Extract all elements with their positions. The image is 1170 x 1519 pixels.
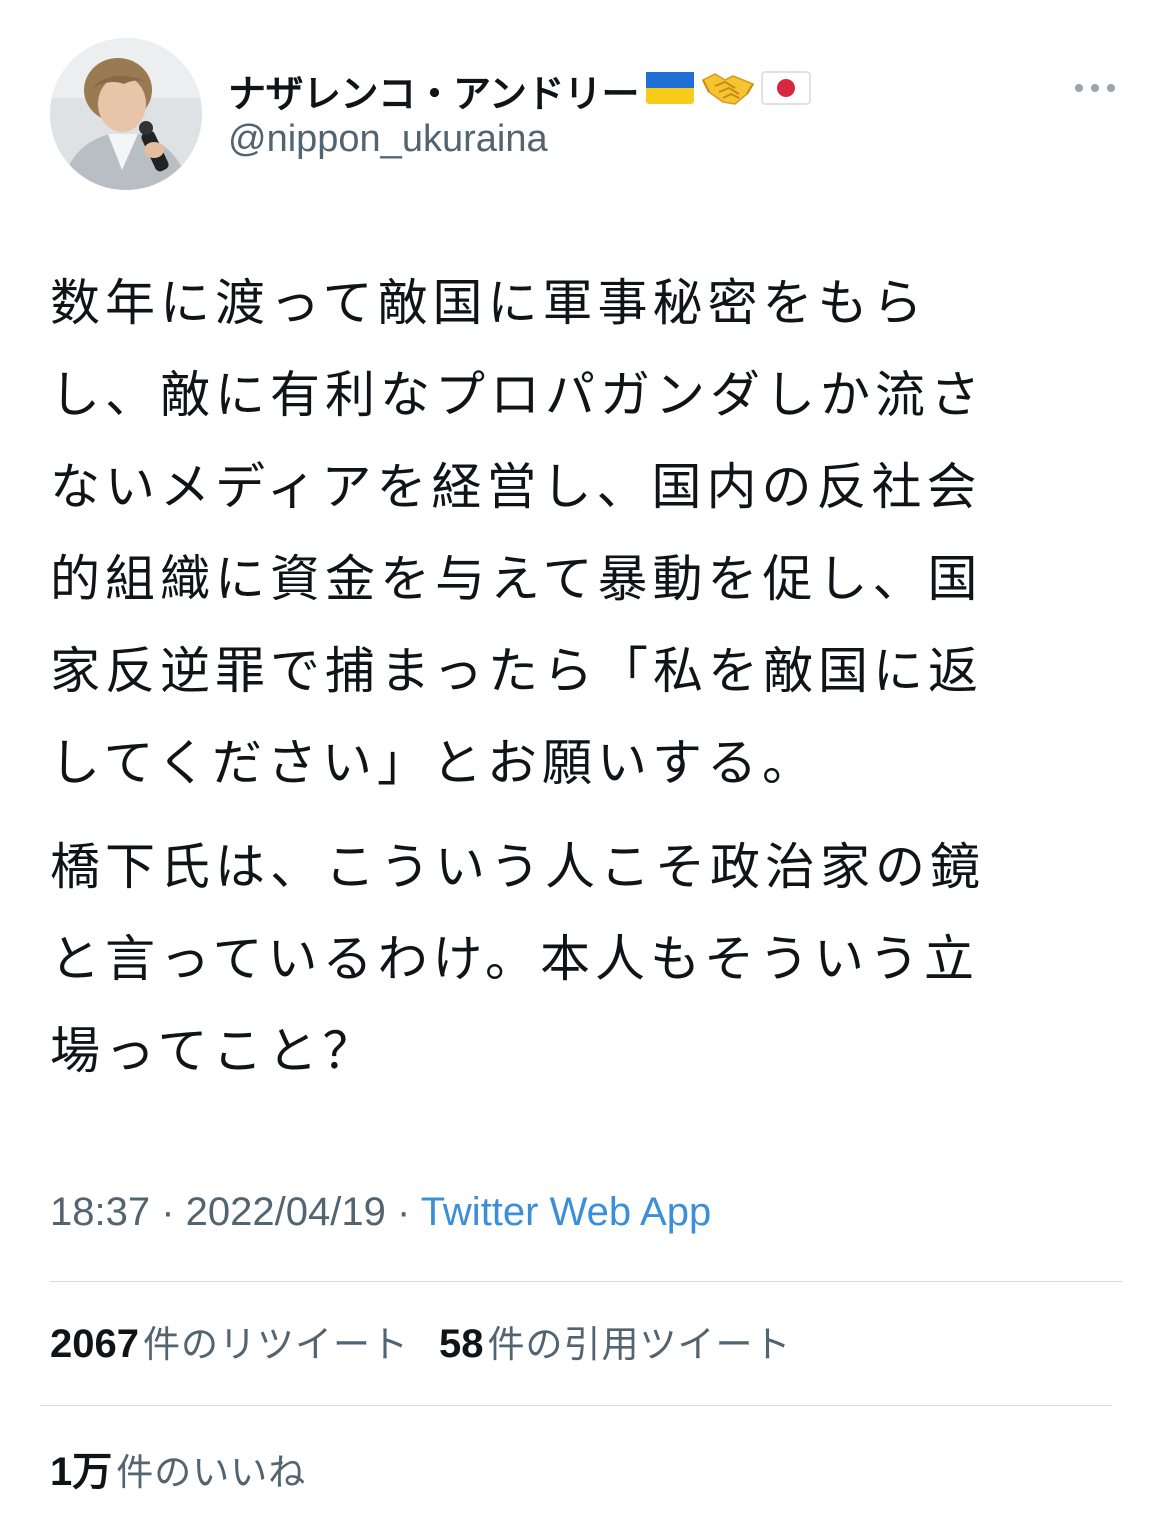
- tweet-detail: ナザレンコ・アンドリー @nippon_ukuraina 数年に渡って敵国に軍事…: [0, 0, 1170, 1519]
- likes-row: 1万 件のいいね: [50, 1440, 306, 1496]
- japan-flag-icon: [761, 71, 811, 109]
- quotes-count: 58: [438, 1322, 484, 1366]
- tweet-date[interactable]: 2022/04/19: [186, 1190, 386, 1234]
- tweet-line: し、敵に有利なプロパガンダしか流さ: [50, 366, 985, 424]
- tweet-paragraph: 数年に渡って敵国に軍事秘密をもら し、敵に有利なプロパガンダしか流さ ないメディ…: [50, 257, 1130, 809]
- quotes-label: 件の引用ツイート: [487, 1323, 792, 1366]
- likes-count: 1万: [50, 1450, 113, 1494]
- retweets-count: 2067: [50, 1322, 139, 1366]
- tweet-line: 的組織に資金を与えて暴動を促し、国: [50, 550, 983, 608]
- avatar[interactable]: [50, 38, 202, 190]
- user-handle[interactable]: @nippon_ukuraina: [228, 118, 548, 161]
- likes-stat[interactable]: 1万 件のいいね: [50, 1439, 306, 1497]
- user-display-name[interactable]: ナザレンコ・アンドリー: [228, 63, 639, 118]
- meta-separator: ·: [385, 1190, 421, 1234]
- tweet-source-link[interactable]: Twitter Web App: [421, 1190, 712, 1234]
- tweet-paragraph: 橋下氏は、こういう人こそ政治家の鏡 と言っているわけ。本人もそういう立 場ってこ…: [50, 821, 1130, 1097]
- retweets-stat[interactable]: 2067 件のリツイート: [50, 1314, 409, 1368]
- more-options-icon[interactable]: [1070, 76, 1120, 100]
- tweet-line: してください」とお願いする。: [50, 734, 817, 792]
- divider: [50, 1281, 1122, 1282]
- user-name-row[interactable]: ナザレンコ・アンドリー: [228, 62, 811, 118]
- likes-label: 件のいいね: [116, 1451, 307, 1494]
- tweet-line: ないメディアを経営し、国内の反社会: [50, 458, 982, 516]
- tweet-line: 数年に渡って敵国に軍事秘密をもら: [50, 274, 928, 332]
- retweets-label: 件のリツイート: [142, 1323, 409, 1366]
- divider: [40, 1405, 1112, 1406]
- meta-separator: ·: [150, 1190, 186, 1234]
- tweet-time[interactable]: 18:37: [50, 1190, 150, 1234]
- tweet-line: と言っているわけ。本人もそういう立: [50, 930, 979, 988]
- ukraine-flag-icon: [645, 71, 695, 109]
- avatar-photo: [50, 38, 202, 190]
- tweet-line: 場ってこと？: [50, 1022, 378, 1080]
- tweet-text: 数年に渡って敵国に軍事秘密をもら し、敵に有利なプロパガンダしか流さ ないメディ…: [50, 257, 1130, 1097]
- tweet-line: 家反逆罪で捕まったら「私を敵国に返: [50, 642, 983, 700]
- quotes-stat[interactable]: 58 件の引用ツイート: [439, 1314, 792, 1368]
- engagement-stats: 2067 件のリツイート 58 件の引用ツイート: [50, 1313, 791, 1369]
- handshake-icon: [701, 66, 755, 114]
- tweet-line: 橋下氏は、こういう人こそ政治家の鏡: [50, 838, 985, 896]
- tweet-meta: 18:37 · 2022/04/19 · Twitter Web App: [50, 1190, 711, 1235]
